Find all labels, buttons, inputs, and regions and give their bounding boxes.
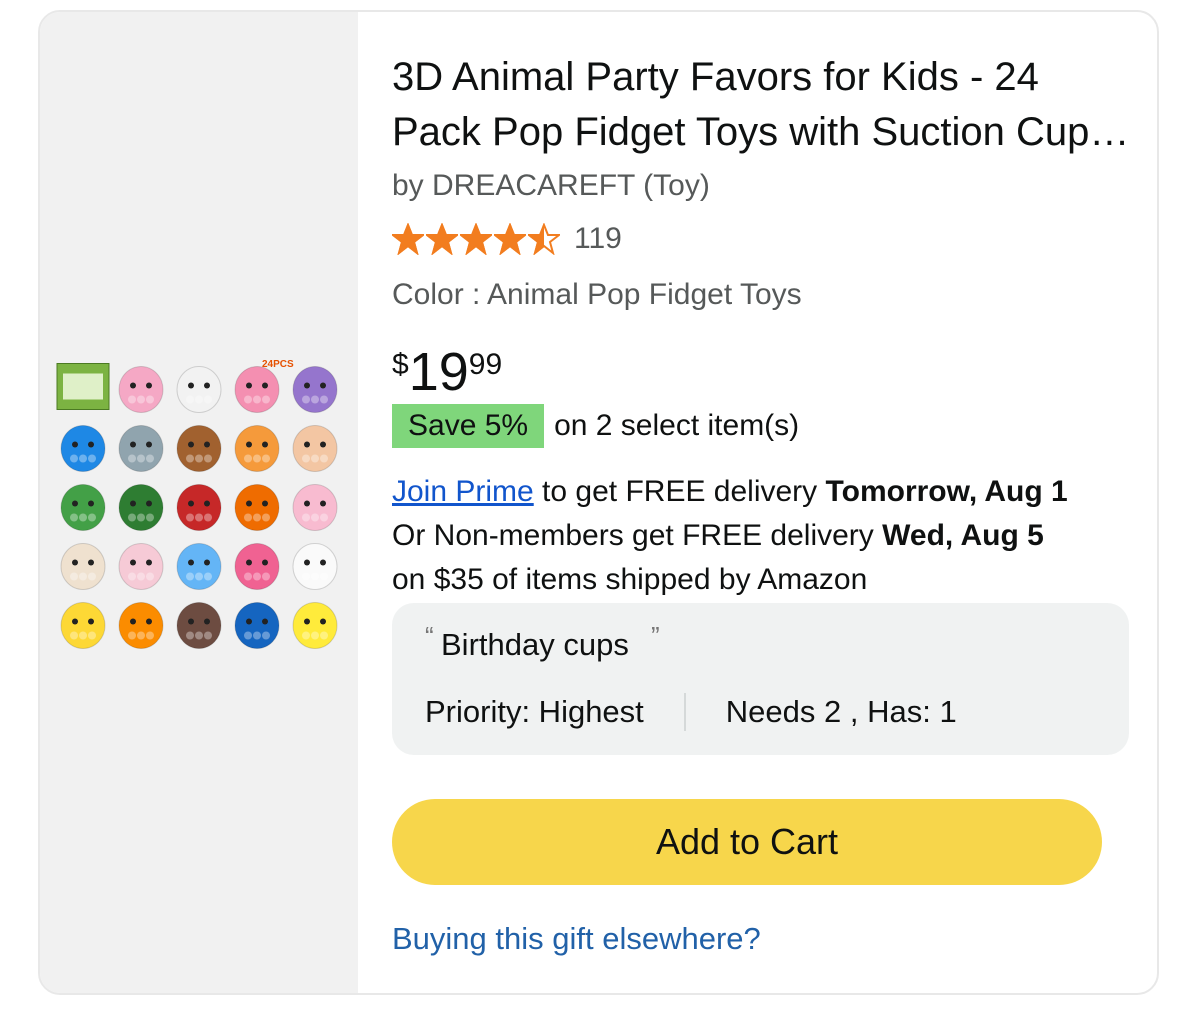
toy-dog-pink: [118, 543, 164, 590]
toy-monkey-brown: [176, 602, 222, 649]
toy-chicken-white: [292, 543, 338, 590]
product-image[interactable]: 24PCS: [54, 355, 344, 655]
delivery-date-nonmember: Wed, Aug 5: [882, 519, 1044, 552]
close-quote-icon: ”: [651, 621, 660, 651]
image-badge-text: 24PCS: [262, 359, 294, 370]
star-half-icon: [528, 223, 560, 255]
delivery-line-prime: Join Prime to get FREE delivery Tomorrow…: [392, 470, 1152, 514]
add-to-cart-button[interactable]: Add to Cart: [392, 799, 1102, 885]
join-prime-link[interactable]: Join Prime: [392, 475, 534, 508]
rating-row[interactable]: 119: [392, 222, 622, 256]
buying-elsewhere-link[interactable]: Buying this gift elsewhere?: [392, 921, 761, 957]
save-row: Save 5% on 2 select item(s): [392, 404, 799, 448]
delivery-text: Or Non-members get FREE delivery: [392, 519, 883, 552]
star-full-icon: [392, 223, 424, 255]
toy-shark-blue: [60, 425, 106, 472]
star-full-icon: [494, 223, 526, 255]
toy-unicorn-purple: [292, 366, 338, 413]
toy-unicorn-pink: [234, 366, 280, 413]
product-image-panel[interactable]: 24PCS: [40, 12, 358, 993]
toy-chick-yellow: [292, 602, 338, 649]
list-meta: Priority: Highest Needs 2 , Has: 1: [425, 693, 957, 731]
delivery-text: to get FREE delivery: [533, 475, 826, 508]
star-rating: [392, 223, 560, 255]
toy-bunny-white: [176, 366, 222, 413]
toy-bunny-pink: [118, 366, 164, 413]
list-item-details[interactable]: “ Birthday cups ” Priority: Highest Need…: [392, 603, 1129, 755]
gift-list-item-card: 24PCS 3D Animal Party Favors for Kids - …: [38, 10, 1159, 995]
save-badge: Save 5%: [392, 404, 545, 448]
delivery-line-nonmember: Or Non-members get FREE delivery Wed, Au…: [392, 514, 1152, 558]
toy-bee-orange: [118, 602, 164, 649]
open-quote-icon: “: [425, 621, 434, 651]
toy-pig-tan: [292, 425, 338, 472]
delivery-line-threshold: on $35 of items shipped by Amazon: [392, 563, 868, 596]
toy-shark-grey: [118, 425, 164, 472]
toy-fox-orange: [234, 484, 280, 531]
toy-bee-yellow: [60, 602, 106, 649]
toy-elephant-blue: [176, 543, 222, 590]
save-text: on 2 select item(s): [554, 409, 800, 442]
toy-pig-hotpink: [234, 543, 280, 590]
toy-lion-orange: [234, 425, 280, 472]
toy-box: [56, 363, 110, 410]
color-variant: Color : Animal Pop Fidget Toys: [392, 278, 802, 311]
price-symbol: $: [392, 348, 409, 381]
toy-frog-green: [60, 484, 106, 531]
toy-monkey-blue: [234, 602, 280, 649]
delivery-date-prime: Tomorrow, Aug 1: [825, 475, 1068, 508]
toy-dog-cream: [60, 543, 106, 590]
product-byline: by DREACAREFT (Toy): [392, 169, 710, 202]
price: $1999: [392, 342, 502, 402]
toy-lion-brown: [176, 425, 222, 472]
review-count[interactable]: 119: [574, 222, 622, 256]
list-comment: Birthday cups: [441, 627, 629, 662]
toy-fox-red: [176, 484, 222, 531]
star-full-icon: [460, 223, 492, 255]
product-title[interactable]: 3D Animal Party Favors for Kids - 24 Pac…: [392, 50, 1132, 160]
toy-pig-pink: [292, 484, 338, 531]
price-whole: 19: [408, 342, 469, 402]
toy-frog-dark: [118, 484, 164, 531]
divider: [683, 693, 686, 731]
delivery-info: Join Prime to get FREE delivery Tomorrow…: [392, 470, 1152, 602]
star-full-icon: [426, 223, 458, 255]
needs-has-label: Needs 2 , Has: 1: [725, 694, 957, 729]
price-fraction: 99: [468, 348, 503, 381]
priority-label: Priority: Highest: [425, 694, 644, 729]
